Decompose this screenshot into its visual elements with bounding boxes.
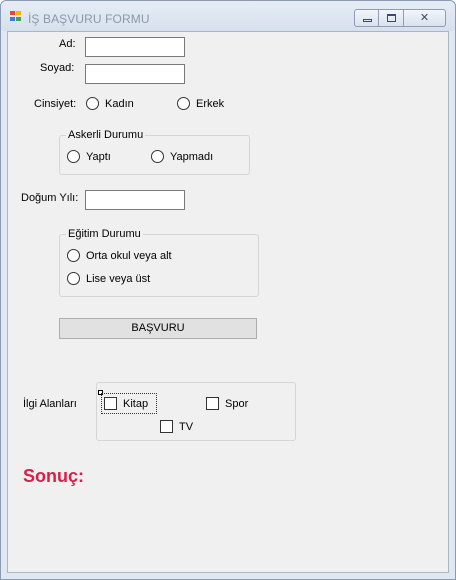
window-title: İŞ BAŞVURU FORMU <box>28 12 150 26</box>
egitim-groupbox: Eğitim Durumu Orta okul veya alt Lise ve… <box>59 228 259 297</box>
cinsiyet-label: Cinsiyet: <box>34 98 77 110</box>
result-label: Sonuç: <box>23 466 84 486</box>
radio-lise-label[interactable]: Lise veya üst <box>86 273 150 285</box>
windows-form-icon <box>10 11 22 22</box>
minimize-icon <box>363 19 372 22</box>
maximize-icon <box>387 14 396 22</box>
askerlik-groupbox: Askerli Durumu Yaptı Yapmadı <box>59 129 250 175</box>
dogum-yili-label: Doğum Yılı: <box>21 192 79 204</box>
radio-yapmadi[interactable] <box>151 150 164 163</box>
title-bar[interactable]: İŞ BAŞVURU FORMU ✕ <box>1 1 455 31</box>
radio-kadin-label[interactable]: Kadın <box>105 98 134 110</box>
dogum-yili-input[interactable] <box>85 190 185 210</box>
soyad-label: Soyad: <box>40 62 75 74</box>
askerlik-group-title: Askerli Durumu <box>66 129 146 141</box>
ilgi-panel: Kitap Spor TV <box>96 382 296 441</box>
checkbox-tv[interactable] <box>160 420 173 433</box>
window-controls: ✕ <box>354 9 446 27</box>
radio-erkek[interactable] <box>177 97 190 110</box>
ad-label: Ad: <box>59 38 76 50</box>
radio-yapti-label[interactable]: Yaptı <box>86 151 111 163</box>
soyad-input[interactable] <box>85 64 185 84</box>
close-button[interactable]: ✕ <box>404 9 446 27</box>
egitim-group-title: Eğitim Durumu <box>66 228 143 240</box>
ad-input[interactable] <box>85 37 185 57</box>
basvuru-button[interactable]: BAŞVURU <box>59 318 257 339</box>
radio-kadin[interactable] <box>86 97 99 110</box>
radio-orta-okul[interactable] <box>67 249 80 262</box>
checkbox-tv-label[interactable]: TV <box>179 421 193 433</box>
checkbox-kitap-label[interactable]: Kitap <box>123 398 148 410</box>
minimize-button[interactable] <box>354 9 379 27</box>
app-window: İŞ BAŞVURU FORMU ✕ Ad: Soyad: Cinsiyet: … <box>0 0 456 580</box>
radio-yapmadi-label[interactable]: Yapmadı <box>170 151 213 163</box>
radio-orta-okul-label[interactable]: Orta okul veya alt <box>86 250 172 262</box>
radio-erkek-label[interactable]: Erkek <box>196 98 224 110</box>
radio-yapti[interactable] <box>67 150 80 163</box>
checkbox-kitap[interactable] <box>104 397 117 410</box>
radio-lise[interactable] <box>67 272 80 285</box>
checkbox-spor-label[interactable]: Spor <box>225 398 248 410</box>
maximize-button[interactable] <box>379 9 404 27</box>
checkbox-spor[interactable] <box>206 397 219 410</box>
form-client-area: Ad: Soyad: Cinsiyet: Kadın Erkek Askerli… <box>7 31 449 573</box>
ilgi-alanlari-label: İlgi Alanları <box>23 398 77 410</box>
close-icon: ✕ <box>419 12 430 24</box>
